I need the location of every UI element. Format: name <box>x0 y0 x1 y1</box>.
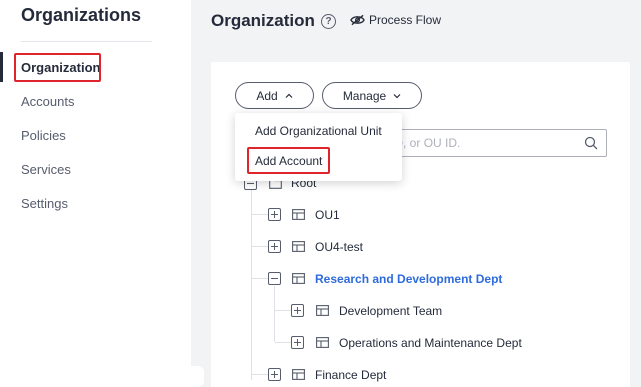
corner-fill <box>180 366 204 387</box>
help-circle-icon[interactable]: ? <box>321 14 336 29</box>
org-unit-icon <box>292 209 305 220</box>
tree-line-root <box>251 190 252 380</box>
org-unit-icon <box>292 369 305 380</box>
add-account-highlight-box <box>247 147 330 174</box>
add-dropdown-menu: Add Organizational Unit Add Account <box>235 113 402 181</box>
sidebar-item-settings[interactable]: Settings <box>21 196 68 211</box>
ops-dept-expand-toggle[interactable] <box>291 336 304 349</box>
org-unit-icon <box>292 241 305 252</box>
sidebar-item-services[interactable]: Services <box>21 162 71 177</box>
sidebar-item-policies[interactable]: Policies <box>21 128 66 143</box>
tree-line-rd <box>274 286 275 342</box>
add-button-label: Add <box>256 88 278 103</box>
process-flow-label: Process Flow <box>369 13 442 27</box>
tree-branch <box>275 310 291 311</box>
eye-off-icon <box>350 14 365 26</box>
sidebar-title: Organizations <box>21 5 142 25</box>
process-flow-link[interactable]: Process Flow <box>350 13 441 27</box>
chevron-up-icon <box>285 93 293 98</box>
org-unit-icon <box>316 337 329 348</box>
tree-branch <box>252 246 268 247</box>
dev-team-expand-toggle[interactable] <box>291 304 304 317</box>
tree-node-finance-dept[interactable]: Finance Dept <box>315 368 386 382</box>
tree-branch <box>252 278 268 279</box>
menu-item-add-ou[interactable]: Add Organizational Unit <box>255 124 382 138</box>
org-unit-icon <box>316 305 329 316</box>
tree-node-dev-team[interactable]: Development Team <box>339 304 442 318</box>
search-icon[interactable] <box>584 136 598 150</box>
tree-node-ou4-test[interactable]: OU4-test <box>315 240 363 254</box>
finance-dept-expand-toggle[interactable] <box>268 368 281 381</box>
tree-branch <box>275 342 291 343</box>
org-unit-icon <box>292 273 305 284</box>
tree-branch <box>252 374 268 375</box>
tree-node-ou1[interactable]: OU1 <box>315 208 340 222</box>
sidebar-divider <box>21 41 152 42</box>
sidebar-item-accounts[interactable]: Accounts <box>21 94 74 109</box>
ou4-test-expand-toggle[interactable] <box>268 240 281 253</box>
manage-button-label: Manage <box>342 88 387 103</box>
chevron-down-icon <box>393 93 401 98</box>
add-button[interactable]: Add <box>235 82 314 109</box>
tree-branch <box>252 214 268 215</box>
tree-node-ops-dept[interactable]: Operations and Maintenance Dept <box>339 336 522 350</box>
page-title: Organization <box>211 11 315 30</box>
rd-dept-collapse-toggle[interactable] <box>268 272 281 285</box>
ou1-expand-toggle[interactable] <box>268 208 281 221</box>
active-indicator <box>0 52 3 82</box>
organization-highlight-box <box>14 53 101 82</box>
tree-node-rd-dept[interactable]: Research and Development Dept <box>315 272 502 286</box>
manage-button[interactable]: Manage <box>322 82 422 109</box>
